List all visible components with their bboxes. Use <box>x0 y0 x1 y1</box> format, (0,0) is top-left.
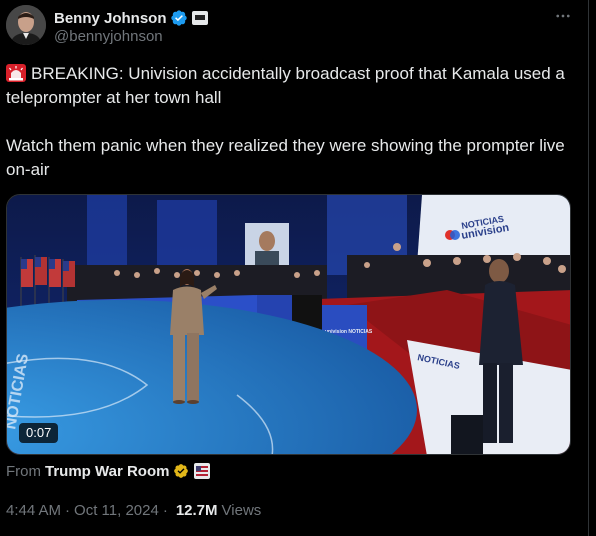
column-divider <box>588 0 589 536</box>
video-frame-thumbnail: NOTICIAS univision univision NOTICIAS NO… <box>7 195 570 454</box>
video-duration-badge: 0:07 <box>19 423 59 443</box>
author-handle[interactable]: @bennyjohnson <box>54 28 163 45</box>
tweet-date[interactable]: Oct 11, 2024 <box>74 502 159 519</box>
meta-separator-2: · <box>162 501 168 519</box>
tweet-time[interactable]: 4:44 AM <box>6 502 61 519</box>
source-account-name[interactable]: Trump War Room <box>45 463 169 480</box>
tweet-line-1: BREAKING: Univision accidentally broadca… <box>6 64 565 107</box>
gold-verified-badge-icon[interactable] <box>173 463 189 479</box>
avatar-photo-icon <box>6 5 46 45</box>
more-options-icon[interactable] <box>551 6 575 26</box>
meta-separator-1: · <box>65 501 71 519</box>
tweet-metadata: 4:44 AM · Oct 11, 2024 · 12.7M Views <box>6 500 261 520</box>
video-player[interactable]: NOTICIAS univision univision NOTICIAS NO… <box>6 194 571 455</box>
tweet-text: BREAKING: Univision accidentally broadca… <box>6 62 581 182</box>
affiliate-flag-icon[interactable] <box>194 463 211 479</box>
author-display-name[interactable]: Benny Johnson <box>54 10 167 27</box>
author-name-row: Benny Johnson <box>54 8 208 28</box>
tweet-text-paragraph-1: BREAKING: Univision accidentally broadca… <box>6 62 581 110</box>
affiliation-badge-icon[interactable] <box>191 11 208 25</box>
from-label: From <box>6 462 41 480</box>
tweet-text-paragraph-2: Watch them panic when they realized they… <box>6 136 565 179</box>
views-count[interactable]: 12.7M <box>176 502 218 519</box>
author-avatar[interactable] <box>6 5 46 45</box>
ellipsis-icon <box>556 14 570 18</box>
police-light-icon <box>6 64 26 82</box>
source-attribution: From Trump War Room <box>6 461 211 481</box>
verified-badge-icon[interactable] <box>170 9 188 27</box>
tweet-card[interactable]: Benny Johnson @bennyjohnson BREAKING: Un… <box>0 0 588 536</box>
views-label: Views <box>221 501 262 519</box>
